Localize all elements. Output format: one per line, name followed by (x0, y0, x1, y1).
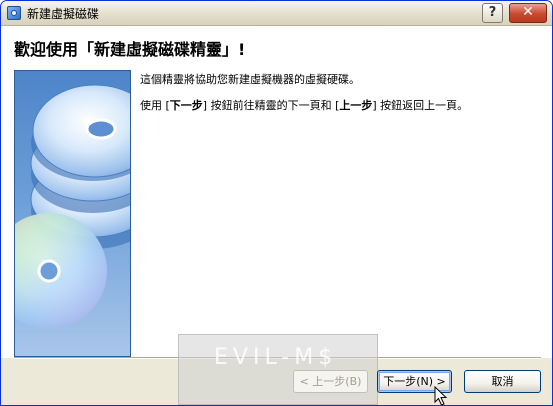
watermark-text: EVIL-M$ (214, 345, 338, 370)
instruction-text: 使用 [下一步] 按鈕前往精靈的下一頁和 [上一步] 按鈕返回上一頁。 (140, 97, 468, 113)
wizard-header: 歡迎使用「新建虛擬磁碟精靈」! (1, 26, 552, 64)
wizard-window: 新建虛擬磁碟 ? ✕ 歡迎使用「新建虛擬磁碟精靈」! 這個精靈將協助您新建虛擬機… (0, 0, 553, 406)
mouse-pointer-icon (434, 386, 448, 405)
title-bar[interactable]: 新建虛擬磁碟 ? ✕ (1, 1, 552, 26)
cancel-button[interactable]: 取消 (464, 370, 541, 393)
help-button[interactable]: ? (482, 3, 503, 23)
window-title: 新建虛擬磁碟 (27, 7, 100, 21)
wizard-heading: 歡迎使用「新建虛擬磁碟精靈」! (14, 40, 246, 59)
back-reference: 上一步 (339, 99, 373, 112)
app-icon (7, 6, 21, 20)
wizard-content: 這個精靈將協助您新建虛擬機器的虛擬硬碟。 使用 [下一步] 按鈕前往精靈的下一頁… (1, 64, 552, 358)
close-button[interactable]: ✕ (509, 3, 547, 23)
next-reference: 下一步 (169, 99, 203, 112)
instruction-prefix: 使用 [ (140, 99, 170, 112)
disk-stack-illustration (14, 70, 131, 357)
intro-text: 這個精靈將協助您新建虛擬機器的虛擬硬碟。 (140, 73, 360, 86)
back-button[interactable]: < 上一步(B) (293, 370, 368, 393)
instruction-suffix: ] 按鈕返回上一頁。 (372, 99, 469, 112)
instruction-middle: ] 按鈕前往精靈的下一頁和 [ (202, 99, 340, 112)
